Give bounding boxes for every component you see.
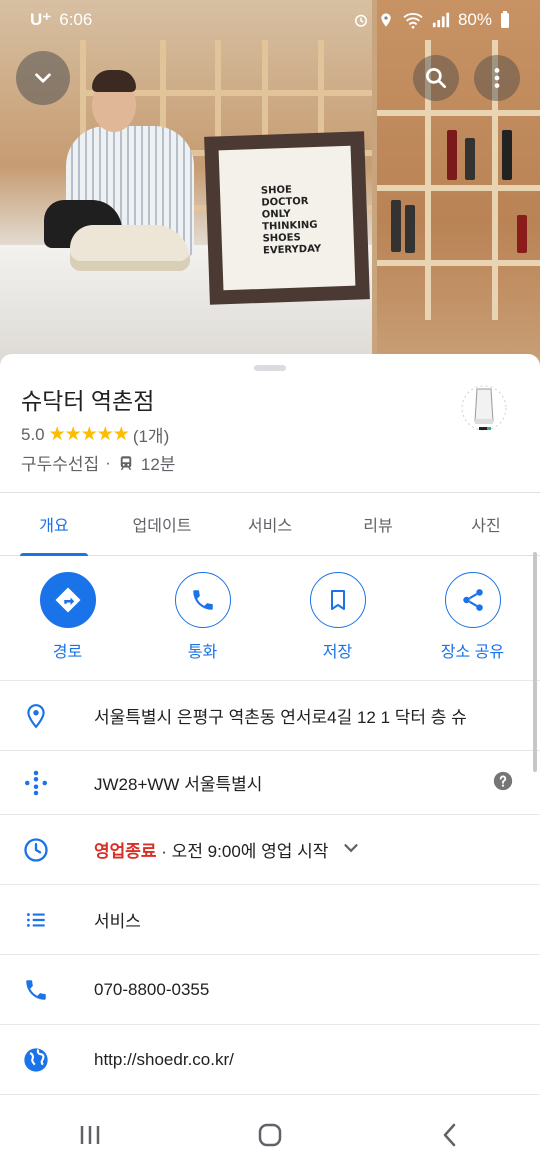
clock-icon — [24, 837, 48, 862]
clock: 6:06 — [59, 10, 93, 29]
white-sneaker — [70, 225, 190, 271]
drag-handle[interactable] — [254, 365, 286, 371]
website-text: http://shoedr.co.kr/ — [94, 1049, 234, 1069]
collapse-button[interactable] — [16, 51, 70, 105]
tab-photos[interactable]: 사진 — [432, 493, 540, 555]
hours-status: 영업종료 — [94, 842, 157, 861]
services-text: 서비스 — [94, 912, 141, 931]
recents-icon — [80, 1126, 100, 1144]
category: 구두수선집 — [21, 455, 100, 474]
directions-label: 경로 — [52, 644, 83, 661]
more-vert-icon — [494, 68, 500, 88]
separator: · — [105, 452, 111, 472]
rating-row[interactable]: 5.0 ★★★★★ (1개) — [21, 422, 169, 447]
chevron-down-icon — [35, 73, 51, 83]
rating-stars-icon: ★★★★★ — [48, 424, 130, 445]
hours-row[interactable]: 영업종료 · 오전 9:00에 영업 시작 — [0, 814, 540, 884]
home-icon — [258, 1123, 282, 1147]
recent-apps-button[interactable] — [50, 1110, 130, 1160]
transit-icon — [120, 455, 132, 470]
info-list: 서울특별시 은평구 역촌동 연서로4길 12 1 닥터 층 슈 JW28+WW … — [0, 680, 540, 1096]
phone-row[interactable]: 070-8800-0355 — [0, 954, 540, 1024]
phone-text: 070-8800-0355 — [94, 979, 210, 999]
plus-code-icon — [25, 770, 47, 795]
place-title: 슈닥터 역촌점 — [21, 388, 155, 414]
call-circle[interactable] — [174, 572, 231, 628]
shelf-photo[interactable] — [377, 0, 540, 370]
address-row[interactable]: 서울특별시 은평구 역촌동 연서로4길 12 1 닥터 층 슈 — [0, 680, 540, 750]
help-icon — [493, 771, 513, 791]
product — [502, 130, 512, 180]
directions-icon — [55, 587, 80, 613]
product — [391, 200, 401, 252]
signal-icon — [432, 12, 450, 28]
list-icon — [27, 912, 45, 927]
phone-icon — [26, 979, 46, 1000]
directions-circle[interactable] — [39, 572, 96, 628]
directions-button[interactable]: 경로 — [0, 572, 135, 680]
product — [517, 215, 527, 253]
wifi-icon — [403, 13, 423, 29]
scrollbar[interactable] — [533, 552, 537, 772]
back-icon — [443, 1123, 456, 1147]
address-text: 서울특별시 은평구 역촌동 연서로4길 12 1 닥터 층 슈 — [94, 708, 467, 727]
shoe-logo-icon — [461, 385, 507, 431]
divider — [0, 1094, 540, 1096]
phone-icon — [192, 590, 213, 610]
system-nav-bar — [0, 1100, 540, 1170]
product — [447, 130, 457, 180]
search-button[interactable] — [413, 55, 459, 101]
chevron-down-icon — [344, 843, 359, 852]
place-photos[interactable]: SHOE DOCTOR ONLY THINKING SHOES EVERYDAY — [0, 0, 540, 370]
tab-overview[interactable]: 개요 — [0, 493, 108, 556]
carrier-label: U⁺ — [30, 10, 52, 29]
sign-text: SHOE DOCTOR ONLY THINKING SHOES EVERYDAY — [260, 184, 322, 257]
battery-icon — [501, 11, 509, 28]
tab-reviews[interactable]: 리뷰 — [324, 493, 432, 555]
help-button[interactable] — [492, 770, 514, 796]
product — [465, 138, 475, 180]
category-row: 구두수선집 · 12분 — [21, 450, 175, 475]
tab-updates[interactable]: 업데이트 — [108, 493, 216, 555]
person-hair — [92, 70, 136, 92]
save-circle[interactable] — [309, 572, 366, 628]
maps-place-screen: SHOE DOCTOR ONLY THINKING SHOES EVERYDAY — [0, 0, 540, 1170]
tab-bar: 개요 업데이트 서비스 리뷰 사진 — [0, 492, 540, 556]
location-icon — [381, 13, 391, 27]
share-label: 장소 공유 — [440, 644, 505, 661]
quick-actions: 경로 통화 저장 장소 공유 — [0, 572, 540, 680]
hours-detail: · 오전 9:00에 영업 시작 — [161, 842, 329, 861]
search-icon — [425, 67, 447, 89]
product — [405, 205, 415, 253]
place-sheet[interactable]: 슈닥터 역촌점 5.0 ★★★★★ (1개) 구두수선집 · 12분 개요 업데… — [0, 354, 540, 1100]
tab-services[interactable]: 서비스 — [216, 493, 324, 555]
place-thumbnail[interactable] — [458, 380, 510, 436]
alarm-icon — [354, 14, 367, 27]
plus-code-text: JW28+WW 서울특별시 — [94, 775, 263, 794]
share-circle[interactable] — [444, 572, 501, 628]
services-row[interactable]: 서비스 — [0, 884, 540, 954]
location-pin-icon — [27, 703, 45, 728]
website-row[interactable]: http://shoedr.co.kr/ — [0, 1024, 540, 1094]
hours-expand-button[interactable] — [340, 837, 362, 863]
save-button[interactable]: 저장 — [270, 572, 405, 680]
battery-percent: 80% — [457, 10, 492, 29]
bookmark-icon — [330, 590, 345, 610]
plus-code-row[interactable]: JW28+WW 서울특별시 — [0, 750, 540, 814]
share-icon — [462, 589, 483, 611]
save-label: 저장 — [322, 644, 353, 661]
review-count: (1개) — [132, 427, 170, 446]
share-button[interactable]: 장소 공유 — [405, 572, 540, 680]
back-button[interactable] — [410, 1110, 490, 1160]
globe-icon — [24, 1047, 48, 1072]
more-options-button[interactable] — [474, 55, 520, 101]
home-button[interactable] — [230, 1110, 310, 1160]
call-label: 통화 — [187, 644, 218, 661]
status-bar: U⁺ 6:06 80% — [0, 0, 540, 40]
call-button[interactable]: 통화 — [135, 572, 270, 680]
transit-time: 12분 — [140, 455, 176, 474]
rating-value: 5.0 — [21, 424, 45, 444]
